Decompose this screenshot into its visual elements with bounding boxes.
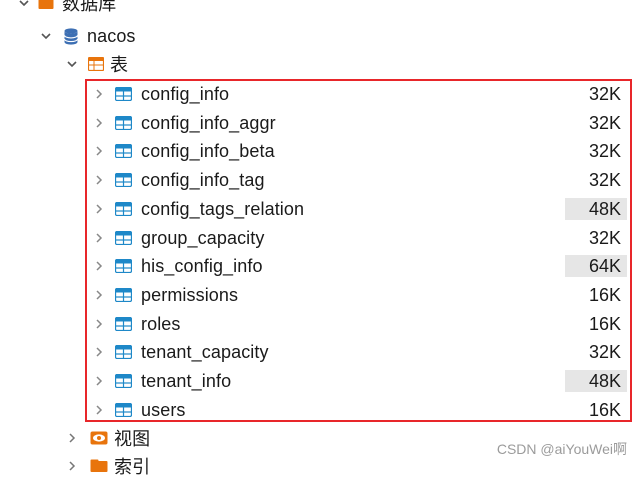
chevron-right-icon[interactable] (66, 432, 78, 444)
table-row[interactable]: users 16K (0, 396, 635, 424)
table-name: group_capacity (141, 228, 265, 248)
tree-node-indexes[interactable]: 索引 (66, 452, 150, 480)
table-size: 16K (588, 314, 621, 334)
table-icon (115, 231, 132, 245)
table-row[interactable]: config_info_beta 32K (0, 137, 635, 165)
table-name: config_info_tag (141, 170, 265, 190)
tree-node-views[interactable]: 视图 (66, 424, 150, 452)
table-name: tenant_info (141, 371, 232, 391)
table-name: tenant_capacity (141, 342, 269, 362)
chevron-right-icon[interactable] (93, 404, 105, 416)
chevron-right-icon[interactable] (93, 203, 105, 215)
chevron-right-icon[interactable] (93, 346, 105, 358)
table-icon (115, 403, 132, 417)
table-icon (115, 345, 132, 359)
views-label: 视图 (114, 429, 151, 449)
watermark: CSDN @aiYouWei啊 (496, 441, 627, 457)
table-icon (115, 317, 132, 331)
chevron-right-icon[interactable] (93, 232, 105, 244)
index-folder-icon (90, 459, 108, 473)
table-name: roles (141, 314, 181, 334)
tables-folder-icon (88, 57, 104, 71)
table-size: 32K (588, 342, 621, 362)
indexes-label: 索引 (114, 457, 151, 477)
table-size: 64K (565, 255, 627, 277)
table-name: config_tags_relation (141, 199, 305, 219)
table-size: 16K (588, 400, 621, 420)
table-name: permissions (141, 285, 239, 305)
table-icon (115, 374, 132, 388)
database-name: nacos (87, 25, 136, 46)
chevron-right-icon[interactable] (93, 174, 105, 186)
chevron-right-icon[interactable] (93, 145, 105, 157)
table-row[interactable]: tenant_info 48K (0, 367, 635, 395)
view-icon (90, 431, 108, 445)
chevron-right-icon[interactable] (93, 88, 105, 100)
table-size: 32K (588, 170, 621, 190)
tree-node-tables[interactable]: 表 (66, 50, 128, 78)
databases-label: 数据库 (62, 0, 117, 14)
table-icon (115, 288, 132, 302)
table-icon (115, 173, 132, 187)
table-row[interactable]: permissions 16K (0, 281, 635, 309)
table-name: config_info_beta (141, 141, 275, 161)
table-size: 16K (588, 285, 621, 305)
chevron-right-icon[interactable] (66, 460, 78, 472)
tables-label: 表 (110, 55, 129, 75)
table-row[interactable]: his_config_info 64K (0, 252, 635, 280)
table-size: 32K (588, 84, 621, 104)
table-size: 32K (588, 113, 621, 133)
tree-node-database-nacos[interactable]: nacos (40, 22, 136, 50)
table-row[interactable]: group_capacity 32K (0, 224, 635, 252)
chevron-right-icon[interactable] (93, 289, 105, 301)
table-row[interactable]: tenant_capacity 32K (0, 338, 635, 366)
database-icon (64, 27, 78, 45)
table-icon (115, 259, 132, 273)
chevron-down-icon[interactable] (66, 58, 78, 70)
table-size: 48K (565, 370, 627, 392)
chevron-down-icon[interactable] (40, 30, 52, 42)
chevron-down-icon[interactable] (18, 0, 30, 9)
table-row[interactable]: config_info_tag 32K (0, 166, 635, 194)
table-row[interactable]: roles 16K (0, 310, 635, 338)
table-icon (115, 87, 132, 101)
tree-node-databases[interactable]: 数据库 (18, 0, 116, 17)
table-name: config_info (141, 84, 230, 104)
table-row[interactable]: config_info 32K (0, 80, 635, 108)
table-row[interactable]: config_info_aggr 32K (0, 109, 635, 137)
chevron-right-icon[interactable] (93, 117, 105, 129)
table-size: 32K (588, 141, 621, 161)
chevron-right-icon[interactable] (93, 318, 105, 330)
chevron-right-icon[interactable] (93, 375, 105, 387)
table-size: 32K (588, 228, 621, 248)
table-name: users (141, 400, 186, 420)
table-size: 48K (565, 198, 627, 220)
table-icon (115, 116, 132, 130)
table-name: his_config_info (141, 256, 263, 276)
table-icon (115, 144, 132, 158)
folder-icon (38, 0, 54, 10)
table-icon (115, 202, 132, 216)
chevron-right-icon[interactable] (93, 260, 105, 272)
table-name: config_info_aggr (141, 113, 276, 133)
database-tree: 数据库 nacos 表 config_info 32K config_info_… (0, 0, 635, 477)
table-row[interactable]: config_tags_relation 48K (0, 195, 635, 223)
